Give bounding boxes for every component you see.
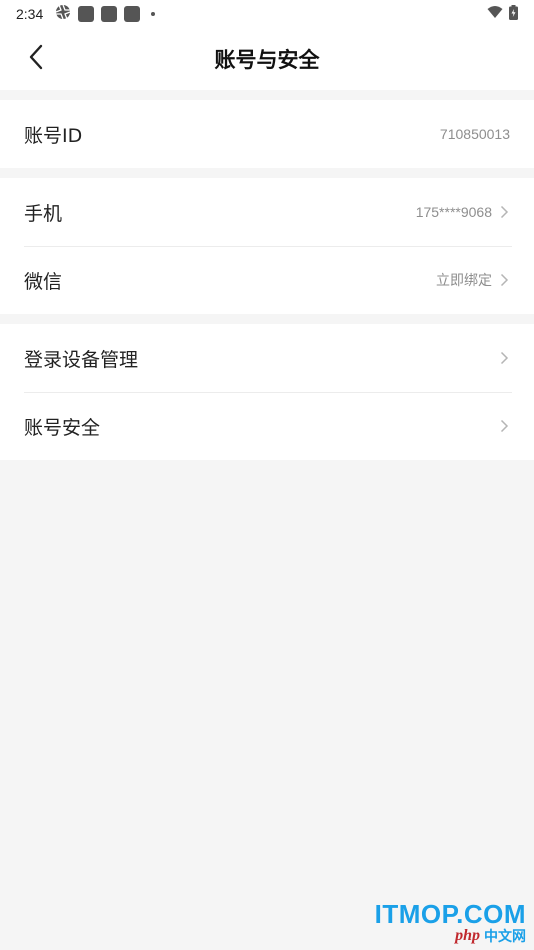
watermark: ITMOP.COM php 中文网	[375, 899, 526, 946]
chevron-left-icon	[28, 44, 44, 74]
row-label: 账号安全	[24, 416, 101, 439]
row-right	[498, 419, 510, 433]
chevron-right-icon	[498, 205, 510, 219]
row-right: 立即绑定	[436, 270, 510, 290]
chevron-right-icon	[498, 419, 510, 433]
account-id-row: 账号ID 710850013	[0, 100, 534, 168]
aperture-icon	[55, 4, 71, 24]
back-button[interactable]	[18, 41, 54, 77]
status-icons-right	[487, 4, 518, 24]
account-security-row[interactable]: 账号安全	[0, 392, 534, 460]
row-right	[498, 351, 510, 365]
account-id-value: 710850013	[439, 126, 510, 142]
app-header: 账号与安全	[0, 28, 534, 90]
row-label: 手机	[24, 202, 63, 225]
chevron-right-icon	[498, 273, 510, 287]
battery-icon	[509, 4, 518, 24]
page-title: 账号与安全	[214, 48, 320, 72]
device-management-row[interactable]: 登录设备管理	[0, 324, 534, 392]
row-label: 微信	[24, 270, 63, 293]
status-bar: 2:34	[0, 0, 534, 28]
status-time: 2:34	[16, 6, 44, 22]
security-group: 登录设备管理 账号安全	[0, 324, 534, 460]
phone-row[interactable]: 手机 175****9068	[0, 178, 534, 246]
dot-icon	[151, 12, 156, 16]
wifi-icon	[487, 5, 503, 23]
notification-square-icon	[124, 6, 141, 22]
watermark-cn: 中文网	[484, 929, 526, 945]
row-right: 710850013	[440, 126, 510, 142]
account-id-group: 账号ID 710850013	[0, 100, 534, 168]
chevron-right-icon	[498, 351, 510, 365]
wechat-bind-value: 立即绑定	[436, 273, 492, 289]
watermark-php: php	[455, 927, 480, 944]
binding-group: 手机 175****9068 微信 立即绑定	[0, 178, 534, 314]
row-label: 账号ID	[24, 124, 83, 147]
notification-square-icon	[101, 6, 118, 22]
phone-value: 175****9068	[415, 204, 492, 220]
row-label: 登录设备管理	[24, 348, 139, 371]
notification-square-icon	[78, 6, 95, 22]
wechat-row[interactable]: 微信 立即绑定	[0, 246, 534, 314]
status-icons-left	[55, 4, 156, 24]
row-right: 175****9068	[416, 204, 510, 220]
